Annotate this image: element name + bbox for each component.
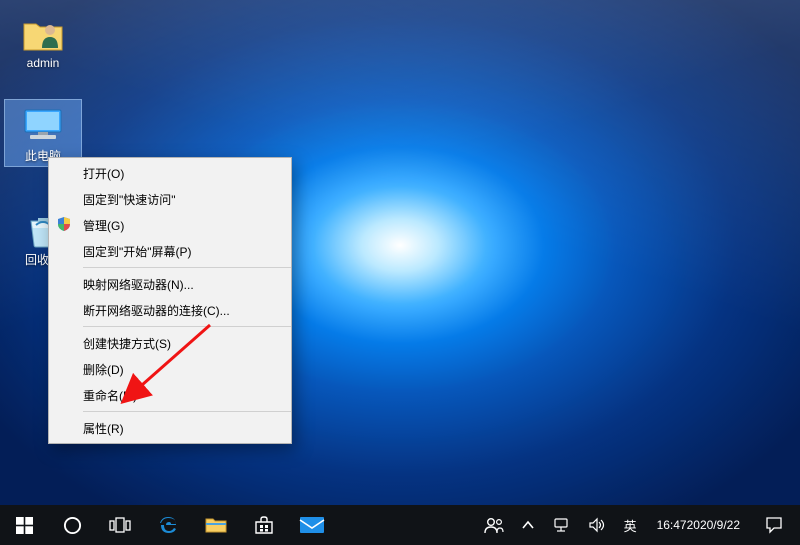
taskbar: 英 16:47 2020/9/22 xyxy=(0,505,800,545)
menu-item-label: 映射网络驱动器(N)... xyxy=(83,276,194,293)
menu-separator xyxy=(83,326,291,327)
start-button[interactable] xyxy=(0,505,48,545)
taskbar-app-store[interactable] xyxy=(240,505,288,545)
tray-ime[interactable]: 英 xyxy=(618,505,643,545)
menu-item-disconnect-network-drive[interactable]: 断开网络驱动器的连接(C)... xyxy=(49,297,291,323)
menu-item-label: 断开网络驱动器的连接(C)... xyxy=(83,302,230,319)
menu-item-pin-quickaccess[interactable]: 固定到"快速访问" xyxy=(49,186,291,212)
desktop[interactable]: admin 此电脑 回收站 打开(O) xyxy=(0,0,800,505)
menu-item-label: 删除(D) xyxy=(83,361,124,378)
menu-item-open[interactable]: 打开(O) xyxy=(49,160,291,186)
chevron-up-icon xyxy=(522,520,534,530)
network-icon xyxy=(552,517,570,533)
edge-icon xyxy=(156,513,180,537)
ime-label: 英 xyxy=(624,516,637,535)
system-tray: 英 16:47 2020/9/22 xyxy=(478,505,800,545)
people-icon xyxy=(484,516,504,534)
tray-volume[interactable] xyxy=(582,505,612,545)
taskbar-app-mail[interactable] xyxy=(288,505,336,545)
menu-separator xyxy=(83,267,291,268)
menu-item-create-shortcut[interactable]: 创建快捷方式(S) xyxy=(49,330,291,356)
cortana-icon xyxy=(63,516,82,535)
menu-item-pin-start[interactable]: 固定到"开始"屏幕(P) xyxy=(49,238,291,264)
desktop-icon-label: admin xyxy=(5,55,81,71)
menu-item-label: 重命名(M) xyxy=(83,387,137,404)
menu-item-label: 创建快捷方式(S) xyxy=(83,335,171,352)
taskbar-app-edge[interactable] xyxy=(144,505,192,545)
shield-icon xyxy=(56,216,74,234)
menu-item-label: 固定到"开始"屏幕(P) xyxy=(83,243,192,260)
notification-icon xyxy=(765,516,783,534)
tray-time: 16:47 xyxy=(657,518,687,532)
tray-network[interactable] xyxy=(546,505,576,545)
folder-icon xyxy=(205,516,227,534)
tray-clock[interactable]: 16:47 2020/9/22 xyxy=(649,505,748,545)
taskbar-app-explorer[interactable] xyxy=(192,505,240,545)
store-icon xyxy=(253,514,275,536)
action-center-button[interactable] xyxy=(754,505,794,545)
mail-icon xyxy=(299,516,325,534)
cortana-button[interactable] xyxy=(48,505,96,545)
speaker-icon xyxy=(588,517,606,533)
context-menu: 打开(O) 固定到"快速访问" 管理(G) 固定到"开始"屏幕(P) 映射网络驱… xyxy=(48,157,292,444)
tray-date: 2020/9/22 xyxy=(687,518,740,532)
menu-item-delete[interactable]: 删除(D) xyxy=(49,356,291,382)
menu-item-properties[interactable]: 属性(R) xyxy=(49,415,291,441)
menu-item-label: 属性(R) xyxy=(83,420,124,437)
menu-item-label: 管理(G) xyxy=(83,217,124,234)
menu-separator xyxy=(83,411,291,412)
menu-item-label: 固定到"快速访问" xyxy=(83,191,176,208)
windows-logo-icon xyxy=(16,517,33,534)
taskview-icon xyxy=(109,517,131,533)
tray-people[interactable] xyxy=(478,505,510,545)
menu-item-map-network-drive[interactable]: 映射网络驱动器(N)... xyxy=(49,271,291,297)
menu-item-manage[interactable]: 管理(G) xyxy=(49,212,291,238)
user-folder-icon xyxy=(20,13,66,53)
desktop-icon-user-folder[interactable]: admin xyxy=(5,7,81,73)
tray-overflow[interactable] xyxy=(516,505,540,545)
menu-item-rename[interactable]: 重命名(M) xyxy=(49,382,291,408)
menu-item-label: 打开(O) xyxy=(83,165,124,182)
computer-icon xyxy=(20,106,66,146)
taskview-button[interactable] xyxy=(96,505,144,545)
